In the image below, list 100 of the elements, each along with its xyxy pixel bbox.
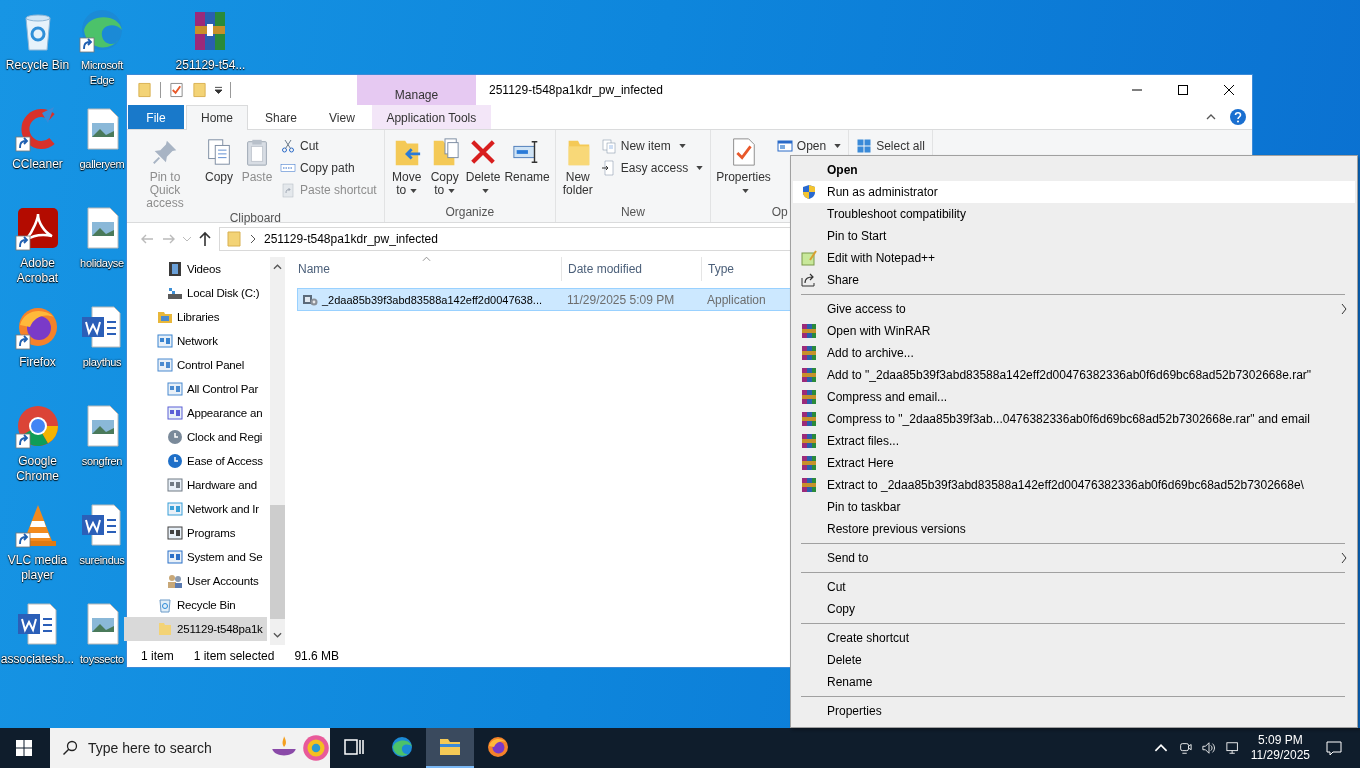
menu-item[interactable]: Troubleshoot compatibility [793, 203, 1355, 225]
nav-item[interactable]: Libraries [124, 305, 267, 329]
menu-item[interactable]: Add to "_2daa85b39f3abd83588a142eff2d00476382336ab0f6d69bc68ad52b7302668e.rar" [793, 364, 1355, 386]
menu-item[interactable]: Properties [793, 700, 1355, 722]
menu-item[interactable]: Send to [793, 547, 1355, 569]
ribbon-tab[interactable]: Home [186, 105, 248, 130]
nav-item[interactable]: System and Se [124, 545, 267, 569]
ribbon-button[interactable]: Move to [388, 132, 425, 197]
share-icon [801, 272, 817, 288]
table-cell-text: Application [706, 292, 767, 307]
ribbon-tab[interactable]: Share [250, 105, 313, 129]
menu-item[interactable]: Compress to "_2daa85b39f3ab...0476382336ab0f6d69bc68ad52b7302668e.rar" and email [793, 408, 1355, 430]
nav-item[interactable]: All Control Par [124, 377, 267, 401]
menu-item[interactable]: Cut [793, 576, 1355, 598]
select-all-icon [856, 138, 873, 154]
nav-item[interactable]: Control Panel [124, 353, 267, 377]
search-field[interactable]: Type here to search [88, 740, 258, 756]
column-header[interactable]: Date modified [562, 257, 702, 281]
ribbon-button[interactable]: New item [597, 135, 707, 157]
folder-icon [157, 621, 173, 637]
ribbon-tab[interactable]: File [128, 105, 184, 129]
camera-icon[interactable] [1177, 741, 1192, 755]
library-icon [157, 309, 173, 325]
clock[interactable]: 5:09 PM 11/29/2025 [1244, 733, 1316, 763]
easy-access-icon [600, 160, 617, 176]
recycle-bin-icon [157, 597, 173, 613]
stacked-books-icon [801, 323, 817, 339]
nav-item[interactable]: Network and Ir [124, 497, 267, 521]
group-label: Organize [444, 204, 496, 221]
ribbon-button[interactable]: Delete [464, 132, 502, 197]
menu-item[interactable]: Delete [793, 649, 1355, 671]
menu-item[interactable]: Extract files... [793, 430, 1355, 452]
menu-item[interactable]: Open with WinRAR [793, 320, 1355, 342]
search-box[interactable]: Type here to search [50, 728, 330, 768]
stacked-books-icon [801, 477, 817, 493]
nav-item[interactable]: Local Disk (C:) [124, 281, 267, 305]
caret-icon [678, 144, 686, 148]
folder-icon [226, 231, 242, 247]
nav-item[interactable]: Recycle Bin [124, 593, 267, 617]
menu-item[interactable]: Extract to _2daa85b39f3abd83588a142eff2d00476382336ab0f6d69bc68ad52b7302668e\ [793, 474, 1355, 496]
ribbon-button[interactable]: Easy access [597, 157, 707, 179]
scroll-up-icon[interactable] [273, 264, 282, 270]
nav-item[interactable]: Videos [124, 257, 267, 281]
ribbon-tab[interactable]: Application Tools [371, 105, 491, 129]
menu-item[interactable]: Extract Here [793, 452, 1355, 474]
nav-item[interactable]: Clock and Regi [124, 425, 267, 449]
stacked-books-icon [801, 411, 817, 427]
menu-item[interactable]: Pin to taskbar [793, 496, 1355, 518]
address-path[interactable]: 251129-t548pa1kdr_pw_infected [264, 232, 438, 246]
nav-item[interactable]: User Accounts [124, 569, 267, 593]
ribbon-button[interactable]: Rename [503, 132, 551, 184]
nav-item[interactable]: Appearance an [124, 401, 267, 425]
menu-item[interactable]: Copy [793, 598, 1355, 620]
menu-item[interactable]: Rename [793, 671, 1355, 693]
chevron-right-icon [1341, 553, 1347, 563]
nav-item[interactable]: 251129-t548pa1k [124, 617, 267, 641]
notepad-icon [801, 250, 817, 266]
window-title: 251129-t548pa1kdr_pw_infected [489, 83, 663, 97]
scroll-down-icon[interactable] [273, 632, 282, 638]
ribbon-button[interactable]: Copy path [277, 157, 380, 179]
menu-item[interactable]: Add to archive... [793, 342, 1355, 364]
ribbon-button[interactable]: New folder [559, 132, 596, 197]
menu-item[interactable]: Create shortcut [793, 627, 1355, 649]
stacked-books-icon [801, 367, 817, 383]
ribbon-button[interactable]: Copy [201, 132, 237, 184]
menu-item[interactable]: Open [793, 159, 1355, 181]
menu-item[interactable]: Run as administrator [793, 181, 1355, 203]
appearance-icon [167, 405, 183, 421]
menu-item[interactable]: Share [793, 269, 1355, 291]
customize-caret-icon[interactable] [215, 86, 222, 94]
caret-icon [410, 188, 418, 193]
nav-item[interactable]: Ease of Access [124, 449, 267, 473]
scrollbar[interactable] [270, 257, 285, 645]
stacked-books-icon [801, 433, 817, 449]
maximize-icon [1178, 85, 1188, 95]
new-item-icon [600, 138, 617, 154]
nav-item[interactable]: Network [124, 329, 267, 353]
ribbon-button[interactable]: Copy to [426, 132, 463, 197]
table-cell: _2daa85b39f3abd83588a142eff2d0047638... [322, 293, 543, 306]
scrollbar-thumb[interactable] [270, 505, 285, 619]
menu-item[interactable]: Restore previous versions [793, 518, 1355, 540]
nav-item[interactable]: Hardware and [124, 473, 267, 497]
speaker-icon[interactable] [1201, 741, 1216, 755]
ribbon-button[interactable]: Cut [277, 135, 380, 157]
help-icon[interactable] [1230, 109, 1246, 125]
up-arrow-icon[interactable] [197, 231, 213, 247]
collapse-ribbon-icon[interactable] [1206, 114, 1216, 120]
caret-icon [448, 188, 456, 193]
taskbar-button[interactable] [426, 728, 474, 768]
ribbon-button[interactable]: Properties [715, 132, 772, 197]
nav-item[interactable]: Programs [124, 521, 267, 545]
ribbon-tab[interactable]: View [314, 105, 370, 129]
ribbon-button[interactable]: Select all [853, 135, 928, 157]
properties-icon[interactable] [169, 82, 184, 98]
menu-item[interactable]: Compress and email... [793, 386, 1355, 408]
column-header[interactable]: Name [292, 257, 562, 281]
stacked-books-icon [801, 455, 817, 471]
network-monitor-icon[interactable] [1225, 741, 1240, 755]
program-icon [167, 525, 183, 541]
notification-icon[interactable] [1326, 740, 1342, 756]
